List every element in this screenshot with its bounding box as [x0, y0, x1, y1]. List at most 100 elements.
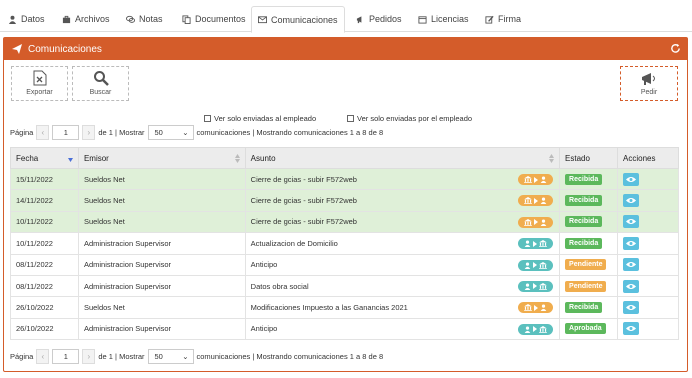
cell-emisor: Sueldos Net: [77, 189, 246, 212]
direction-icon: [518, 323, 554, 335]
tab-pedidos[interactable]: Pedidos: [350, 6, 408, 32]
table-row[interactable]: 08/11/2022 Administracion Supervisor Antic…: [10, 253, 679, 276]
cell-asunto: Anticipo: [244, 253, 561, 276]
eye-icon: [626, 283, 637, 289]
panel-title: Comunicaciones: [28, 43, 102, 55]
request-button[interactable]: Pedir: [620, 66, 678, 101]
tab-licencias[interactable]: Licencias: [412, 6, 475, 32]
filter-label: Ver solo enviadas al empleado: [214, 114, 317, 123]
tab-label: Documentos: [195, 14, 246, 24]
per-page-select[interactable]: 50 ⌄: [147, 348, 194, 364]
filter-label: Ver solo enviadas por el empleado: [357, 114, 473, 123]
status-badge: Recibida: [565, 173, 603, 185]
status-badge: Aprobada: [565, 323, 606, 335]
view-button[interactable]: [623, 279, 640, 293]
user-icon: [8, 15, 17, 24]
cell-fecha: 08/11/2022: [10, 274, 79, 298]
export-button[interactable]: Exportar: [11, 66, 68, 101]
chevron-down-icon: ⌄: [182, 127, 189, 137]
page-input[interactable]: 1: [52, 348, 80, 364]
tab-label: Archivos: [75, 14, 110, 24]
comments-icon: [126, 15, 135, 23]
copy-icon: [182, 14, 191, 24]
tab-label: Firma: [498, 14, 521, 24]
panel-header: Comunicaciones: [4, 38, 687, 60]
refresh-icon[interactable]: [670, 43, 681, 54]
status-badge: Recibida: [565, 216, 603, 228]
tab-datos[interactable]: Datos: [2, 6, 51, 32]
cell-fecha: 26/10/2022: [10, 296, 79, 319]
eye-icon: [626, 240, 637, 246]
direction-icon: [518, 259, 554, 271]
view-button[interactable]: [623, 258, 640, 272]
view-button[interactable]: [623, 322, 640, 336]
page-label: Página: [10, 351, 34, 361]
status-badge: Pendiente: [565, 280, 607, 292]
briefcase-icon: [62, 15, 71, 23]
col-fecha[interactable]: Fecha: [10, 147, 79, 169]
prev-page-button[interactable]: ‹: [36, 124, 50, 140]
prev-page-button[interactable]: ‹: [36, 348, 50, 364]
view-button[interactable]: [623, 236, 640, 250]
next-page-button[interactable]: ›: [82, 124, 96, 140]
tab-label: Licencias: [431, 14, 469, 24]
pager-top: Página ‹ 1 › de 1 | Mostrar 50 ⌄ comunica…: [10, 124, 383, 140]
search-icon: [93, 71, 109, 86]
tab-comunicaciones[interactable]: Comunicaciones: [251, 6, 345, 33]
view-button[interactable]: [623, 215, 640, 229]
sort-icon: [549, 154, 555, 163]
view-button[interactable]: [623, 172, 640, 186]
table-row[interactable]: 10/11/2022 Sueldos Net Cierre de gcias - s…: [10, 210, 679, 234]
cell-emisor: Sueldos Net: [77, 210, 246, 234]
page-input[interactable]: 1: [52, 124, 80, 140]
eye-icon: [626, 262, 637, 268]
cell-fecha: 14/11/2022: [10, 189, 79, 212]
filter-sent-by-employee[interactable]: Ver solo enviadas por el empleado: [347, 114, 472, 123]
cell-estado: Recibida: [559, 232, 619, 255]
col-emisor[interactable]: Emisor: [77, 147, 246, 169]
status-badge: Recibida: [565, 302, 603, 314]
view-button[interactable]: [623, 301, 640, 315]
per-page-select[interactable]: 50 ⌄: [147, 124, 194, 140]
cell-acciones: [617, 274, 679, 298]
sort-icon: [234, 154, 240, 163]
sort-desc-icon: [67, 158, 73, 162]
col-asunto[interactable]: Asunto: [244, 147, 561, 169]
table-row[interactable]: 14/11/2022 Sueldos Net Cierre de gcias - s…: [10, 189, 679, 212]
table-row[interactable]: 10/11/2022 Administracion Supervisor Actua…: [10, 232, 679, 255]
cell-asunto: Datos obra social: [244, 274, 561, 298]
table-row[interactable]: 26/10/2022 Sueldos Net Modificaciones Impu…: [10, 296, 679, 319]
pager-bottom: Página ‹ 1 › de 1 | Mostrar 50 ⌄ comunica…: [10, 348, 383, 364]
cell-emisor: Sueldos Net: [77, 296, 246, 319]
tab-archivos[interactable]: Archivos: [56, 6, 116, 32]
table-row[interactable]: 08/11/2022 Administracion Supervisor Datos…: [10, 274, 679, 298]
next-page-button[interactable]: ›: [82, 348, 96, 364]
tab-firma[interactable]: Firma: [479, 6, 527, 32]
search-button[interactable]: Buscar: [72, 66, 129, 101]
eye-icon: [626, 198, 637, 204]
filter-sent-to-employee[interactable]: Ver solo enviadas al empleado: [204, 114, 316, 123]
cell-asunto: Actualizacion de Domicilio: [244, 232, 561, 255]
tab-documentos[interactable]: Documentos: [176, 6, 252, 32]
table-row[interactable]: 15/11/2022 Sueldos Net Cierre de gcias - s…: [10, 167, 679, 191]
calendar-icon: [418, 15, 427, 24]
checkbox[interactable]: [347, 115, 354, 122]
envelope-icon: [258, 16, 267, 24]
cell-asunto: Anticipo: [244, 317, 561, 341]
table-row[interactable]: 26/10/2022 Administracion Supervisor Antic…: [10, 317, 679, 341]
view-button[interactable]: [623, 194, 640, 208]
tab-notas[interactable]: Notas: [120, 6, 169, 32]
pager-summary: comunicaciones | Mostrando comunicacione…: [196, 351, 384, 361]
cell-fecha: 15/11/2022: [10, 167, 79, 191]
cell-fecha: 08/11/2022: [10, 253, 79, 276]
cell-acciones: [617, 210, 679, 234]
checkbox[interactable]: [204, 115, 211, 122]
export-label: Exportar: [26, 89, 53, 96]
cell-acciones: [617, 296, 679, 319]
tab-bar: Datos Archivos Notas Documentos Comunica…: [0, 0, 692, 33]
col-estado: Estado: [559, 147, 619, 169]
pencil-icon: [485, 15, 494, 24]
tab-label: Pedidos: [369, 14, 402, 24]
eye-icon: [626, 219, 637, 225]
communications-table: Fecha Emisor Asunto Estado Acciones 15/1…: [10, 147, 679, 341]
